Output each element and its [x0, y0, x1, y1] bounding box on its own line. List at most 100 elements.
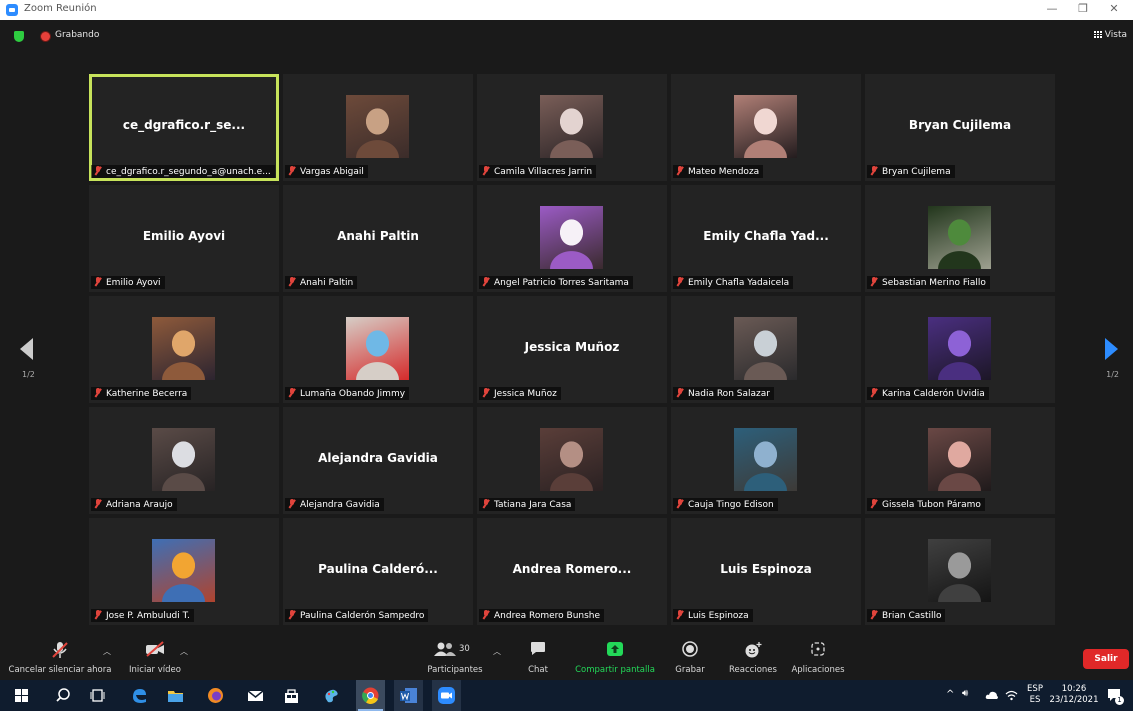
- participant-video: [346, 95, 409, 158]
- participants-options-caret[interactable]: ︿: [493, 646, 501, 657]
- view-label: Vista: [1104, 30, 1127, 40]
- participant-tile[interactable]: Paulina Calderó... Paulina Calderón Sampe…: [283, 518, 473, 625]
- view-button[interactable]: Vista: [1093, 30, 1127, 40]
- participant-display-name: Jessica Muñoz: [524, 340, 620, 354]
- share-screen-button[interactable]: Compartir pantalla: [570, 634, 660, 680]
- audio-options-caret[interactable]: ︿: [103, 646, 111, 657]
- next-page-arrow[interactable]: [1105, 338, 1118, 360]
- participant-name: Karina Calderón Uvidia: [882, 389, 985, 399]
- record-button[interactable]: Grabar: [670, 634, 710, 680]
- start-video-button[interactable]: Iniciar vídeo: [122, 634, 188, 680]
- participant-tile[interactable]: Emilio Ayovi Emilio Ayovi: [89, 185, 279, 292]
- store-icon[interactable]: [282, 686, 301, 705]
- participant-tile[interactable]: Jose P. Ambuludi T.: [89, 518, 279, 625]
- muted-mic-icon: [676, 277, 684, 286]
- participant-name: Anahi Paltin: [300, 278, 354, 288]
- mail-icon[interactable]: [246, 686, 265, 705]
- participant-video: [540, 206, 603, 269]
- chat-icon: [531, 642, 545, 655]
- apps-label: Aplicaciones: [791, 665, 845, 675]
- participant-tile[interactable]: Andrea Romero... Andrea Romero Bunshe: [477, 518, 667, 625]
- participant-name-tag: Bryan Cujilema: [867, 165, 955, 178]
- edge-browser-icon[interactable]: [130, 686, 149, 705]
- notifications-button[interactable]: 1: [1107, 687, 1124, 705]
- participant-tile[interactable]: Sebastian Merino Fiallo: [865, 185, 1055, 292]
- close-window-button[interactable]: ✕: [1103, 2, 1125, 15]
- windows-start-icon[interactable]: [12, 686, 31, 705]
- participant-tile[interactable]: Katherine Becerra: [89, 296, 279, 403]
- language-indicator[interactable]: ESP ES: [1024, 684, 1046, 706]
- participants-button[interactable]: 30 Participantes: [424, 634, 486, 680]
- mute-button[interactable]: Cancelar silenciar ahora: [8, 634, 112, 680]
- participant-tile[interactable]: Brian Castillo: [865, 518, 1055, 625]
- participant-tile[interactable]: Gissela Tubon Páramo: [865, 407, 1055, 514]
- participant-tile[interactable]: Camila Villacres Jarrin: [477, 74, 667, 181]
- wifi-icon[interactable]: [1005, 689, 1018, 701]
- participant-name: Vargas Abigail: [300, 167, 364, 177]
- muted-mic-icon: [94, 277, 102, 286]
- window-title: Zoom Reunión: [24, 3, 97, 14]
- participants-label: Participantes: [427, 665, 483, 675]
- search-icon[interactable]: [54, 686, 73, 705]
- participant-tile[interactable]: ce_dgrafico.r_se... ce_dgrafico.r_segundo…: [89, 74, 279, 181]
- participant-name-tag: Alejandra Gavidia: [285, 498, 384, 511]
- participant-tile[interactable]: Jessica Muñoz Jessica Muñoz: [477, 296, 667, 403]
- task-view-icon[interactable]: [88, 686, 107, 705]
- participant-tile[interactable]: Lumaña Obando Jimmy: [283, 296, 473, 403]
- participant-name-tag: Angel Patricio Torres Saritama: [479, 276, 633, 289]
- word-taskbar-item[interactable]: [394, 680, 423, 711]
- video-options-caret[interactable]: ︿: [180, 646, 188, 657]
- participant-display-name: Bryan Cujilema: [908, 118, 1012, 132]
- grid-view-icon: [1093, 31, 1102, 38]
- leave-button[interactable]: Salir: [1083, 649, 1129, 669]
- paint-icon[interactable]: [322, 686, 341, 705]
- previous-page-arrow[interactable]: [20, 338, 33, 360]
- participant-tile[interactable]: Emily Chafla Yad... Emily Chafla Yadaicel…: [671, 185, 861, 292]
- muted-mic-icon: [288, 610, 296, 619]
- participant-tile[interactable]: Anahi Paltin Anahi Paltin: [283, 185, 473, 292]
- participant-tile[interactable]: Cauja Tingo Edison: [671, 407, 861, 514]
- restore-button[interactable]: ❐: [1072, 2, 1094, 15]
- zoom-taskbar-item[interactable]: [432, 680, 461, 711]
- participant-name-tag: Vargas Abigail: [285, 165, 368, 178]
- participant-tile[interactable]: Adriana Araujo: [89, 407, 279, 514]
- participant-tile[interactable]: Bryan Cujilema Bryan Cujilema: [865, 74, 1055, 181]
- participant-display-name: Andrea Romero...: [512, 562, 632, 576]
- participant-name: Alejandra Gavidia: [300, 500, 380, 510]
- participant-tile[interactable]: Vargas Abigail: [283, 74, 473, 181]
- participant-tile[interactable]: Angel Patricio Torres Saritama: [477, 185, 667, 292]
- participant-tile[interactable]: Nadia Ron Salazar: [671, 296, 861, 403]
- firefox-icon[interactable]: [206, 686, 225, 705]
- participant-video: [152, 317, 215, 380]
- file-explorer-icon[interactable]: [166, 686, 185, 705]
- meeting-area: Grabando Vista 1/2 1/2 ce_dgrafico.r_se.…: [0, 20, 1133, 634]
- chat-button[interactable]: Chat: [518, 634, 558, 680]
- participant-tile[interactable]: Alejandra Gavidia Alejandra Gavidia: [283, 407, 473, 514]
- participant-name: Mateo Mendoza: [688, 167, 760, 177]
- participant-video: [928, 539, 991, 602]
- participant-name-tag: Lumaña Obando Jimmy: [285, 387, 410, 400]
- reactions-button[interactable]: Reacciones: [725, 634, 781, 680]
- muted-mic-icon: [288, 499, 296, 508]
- record-icon: [682, 641, 698, 657]
- volume-icon[interactable]: 🔊︎: [962, 688, 968, 699]
- participants-icon: [434, 642, 457, 656]
- participant-tile[interactable]: Karina Calderón Uvidia: [865, 296, 1055, 403]
- minimize-button[interactable]: —: [1041, 2, 1063, 15]
- participant-tile[interactable]: Mateo Mendoza: [671, 74, 861, 181]
- zoom-icon: [438, 687, 455, 704]
- participant-tile[interactable]: Tatiana Jara Casa: [477, 407, 667, 514]
- clock[interactable]: 10:26 23/12/2021: [1049, 684, 1099, 706]
- participant-name-tag: Karina Calderón Uvidia: [867, 387, 989, 400]
- security-shield-icon[interactable]: [14, 31, 24, 42]
- participant-tile[interactable]: Luis Espinoza Luis Espinoza: [671, 518, 861, 625]
- participant-name-tag: Jose P. Ambuludi T.: [91, 609, 194, 622]
- participant-name-tag: Camila Villacres Jarrin: [479, 165, 597, 178]
- apps-button[interactable]: Aplicaciones: [788, 634, 848, 680]
- tray-overflow-icon[interactable]: ^: [946, 689, 954, 700]
- onedrive-icon[interactable]: [985, 689, 999, 700]
- chrome-icon: [362, 687, 379, 704]
- muted-mic-icon: [676, 610, 684, 619]
- chrome-taskbar-active[interactable]: [356, 680, 385, 711]
- participant-display-name: ce_dgrafico.r_se...: [122, 118, 246, 132]
